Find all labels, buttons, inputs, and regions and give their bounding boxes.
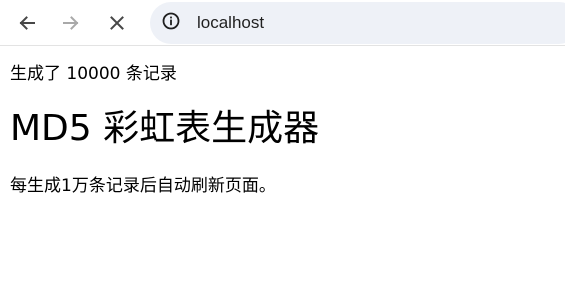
back-arrow-icon [17,13,37,33]
stop-loading-button[interactable] [101,7,133,39]
close-icon [107,13,127,33]
page-title: MD5 彩虹表生成器 [10,108,320,149]
page-content: 生成了 10000 条记录 MD5 彩虹表生成器 每生成1万条记录后自动刷新页面… [0,46,565,291]
address-bar[interactable]: localhost [150,2,565,44]
browser-toolbar: localhost [0,0,565,46]
forward-button[interactable] [55,7,87,39]
forward-arrow-icon [61,13,81,33]
back-button[interactable] [11,7,43,39]
record-count-status: 生成了 10000 条记录 [10,64,177,84]
url-text[interactable]: localhost [197,13,264,33]
info-icon [161,11,181,35]
site-info-button[interactable] [159,11,183,35]
page-description: 每生成1万条记录后自动刷新页面。 [10,176,276,196]
